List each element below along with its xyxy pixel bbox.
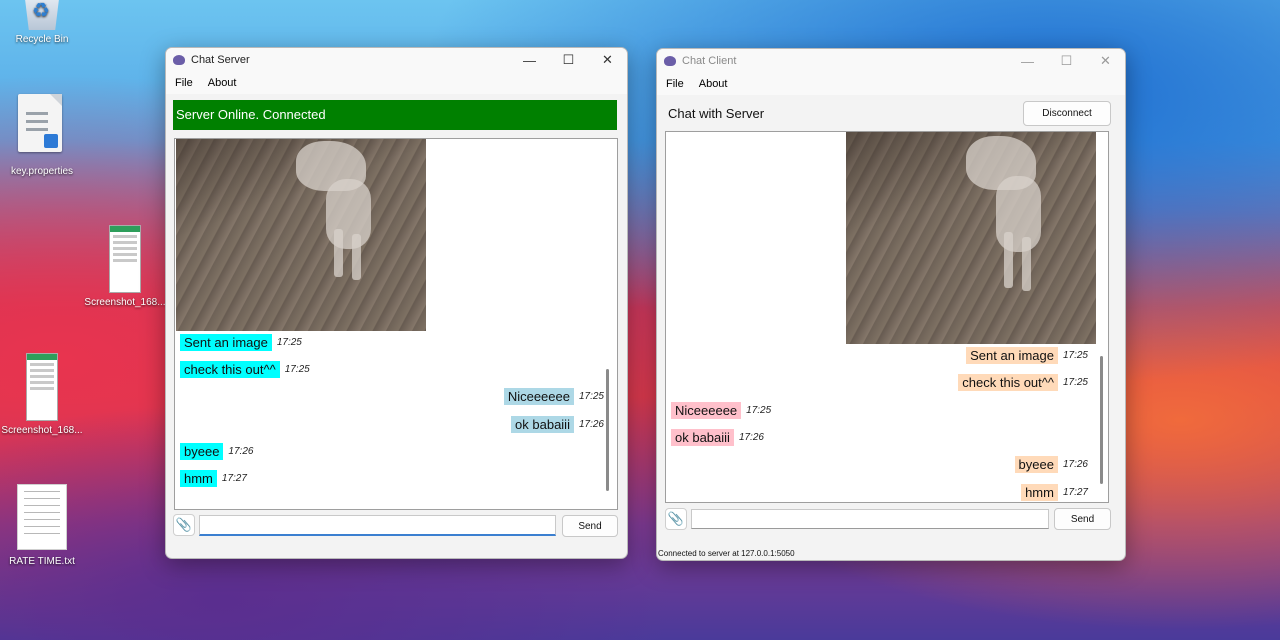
- message-row: Niceeeeee 17:25: [671, 402, 771, 419]
- title-bar[interactable]: Chat Client — ☐ ✕: [657, 49, 1125, 73]
- maximize-icon[interactable]: ☐: [1047, 53, 1086, 69]
- message-text: ok babaiii: [511, 416, 574, 433]
- message-row: Niceeeeee 17:25: [503, 388, 604, 405]
- message-row: check this out^^ 17:25: [180, 361, 310, 378]
- message-text: hmm: [1021, 484, 1058, 501]
- attach-button[interactable]: 📎: [665, 508, 687, 530]
- message-row: Sent an image 17:25: [966, 347, 1088, 364]
- disconnect-button[interactable]: Disconnect: [1023, 101, 1111, 126]
- message-row: hmm 17:27: [1021, 484, 1088, 501]
- message-time: 17:26: [1062, 459, 1088, 470]
- message-row: Sent an image 17:25: [180, 334, 302, 351]
- close-icon[interactable]: ✕: [1086, 53, 1125, 69]
- message-input[interactable]: [691, 509, 1049, 529]
- shared-image: [176, 139, 426, 331]
- desktop-icon-screenshot-2[interactable]: Screenshot_168...: [0, 353, 87, 436]
- desktop-icon-label: Screenshot_168...: [1, 425, 83, 436]
- vscode-file-icon: [18, 94, 62, 152]
- desktop-icon-label: Screenshot_168...: [84, 297, 166, 308]
- message-text: Sent an image: [180, 334, 272, 351]
- message-time: 17:25: [1062, 377, 1088, 388]
- chat-history[interactable]: Sent an image 17:25 check this out^^ 17:…: [174, 138, 618, 510]
- shared-image: [846, 132, 1096, 344]
- paperclip-icon: 📎: [667, 511, 685, 526]
- desktop-icon-key-properties[interactable]: key.properties: [0, 94, 87, 177]
- chat-history[interactable]: Sent an image 17:25 check this out^^ 17:…: [665, 131, 1109, 503]
- scrollbar[interactable]: [1100, 356, 1103, 484]
- chat-app-icon: [173, 55, 185, 65]
- desktop-icon-screenshot-1[interactable]: Screenshot_168...: [80, 225, 170, 308]
- message-time: 17:27: [1062, 487, 1088, 498]
- text-file-icon: [17, 484, 67, 550]
- menu-file[interactable]: File: [175, 77, 193, 89]
- message-text: check this out^^: [958, 374, 1058, 391]
- send-button[interactable]: Send: [1054, 508, 1111, 530]
- window-title: Chat Server: [191, 54, 250, 66]
- maximize-icon[interactable]: ☐: [549, 52, 588, 68]
- menu-file[interactable]: File: [666, 78, 684, 90]
- message-row: ok babaiii 17:26: [671, 429, 764, 446]
- message-row: byeee 17:26: [1014, 456, 1088, 473]
- chat-header: Chat with Server: [668, 106, 765, 121]
- message-row: ok babaiii 17:26: [511, 416, 604, 433]
- menu-bar: File About: [166, 72, 627, 94]
- message-time: 17:25: [1062, 350, 1088, 361]
- message-time: 17:26: [738, 432, 764, 443]
- minimize-icon[interactable]: —: [1008, 54, 1047, 69]
- message-input[interactable]: [199, 515, 556, 536]
- chat-app-icon: [664, 56, 676, 66]
- message-text: Niceeeeee: [671, 402, 742, 419]
- message-row: check this out^^ 17:25: [958, 374, 1088, 391]
- minimize-icon[interactable]: —: [510, 53, 549, 68]
- chat-server-window: Chat Server — ☐ ✕ File About Server Onli…: [165, 47, 628, 559]
- menu-about[interactable]: About: [699, 78, 728, 90]
- message-time: 17:25: [578, 391, 604, 402]
- send-button[interactable]: Send: [562, 515, 618, 537]
- image-file-icon: [109, 225, 141, 293]
- menu-bar: File About: [657, 73, 1125, 95]
- attach-button[interactable]: 📎: [173, 514, 195, 536]
- paperclip-icon: 📎: [175, 517, 193, 532]
- message-text: Sent an image: [966, 347, 1058, 364]
- message-time: 17:25: [746, 405, 772, 416]
- message-time: 17:27: [221, 473, 247, 484]
- chat-client-window: Chat Client — ☐ ✕ File About Chat with S…: [656, 48, 1126, 561]
- message-time: 17:26: [228, 446, 254, 457]
- message-text: check this out^^: [180, 361, 280, 378]
- title-bar[interactable]: Chat Server — ☐ ✕: [166, 48, 627, 72]
- image-file-icon: [26, 353, 58, 421]
- desktop-icon-label: RATE TIME.txt: [9, 556, 75, 567]
- message-text: hmm: [180, 470, 217, 487]
- close-icon[interactable]: ✕: [588, 52, 627, 68]
- window-title: Chat Client: [682, 55, 737, 67]
- status-bar: Connected to server at 127.0.0.1:5050: [658, 549, 795, 558]
- message-time: 17:25: [276, 337, 302, 348]
- message-time: 17:26: [578, 419, 604, 430]
- message-text: Niceeeeee: [503, 388, 574, 405]
- status-banner: Server Online. Connected: [173, 100, 617, 130]
- desktop-icon-label: key.properties: [10, 166, 74, 177]
- message-text: ok babaiii: [671, 429, 734, 446]
- menu-about[interactable]: About: [208, 77, 237, 89]
- message-text: byeee: [1014, 456, 1058, 473]
- recycle-bin-icon: [24, 0, 60, 30]
- scrollbar[interactable]: [606, 369, 609, 491]
- message-text: byeee: [180, 443, 224, 460]
- desktop-icon-label: Recycle Bin: [15, 34, 69, 45]
- desktop-icon-recycle-bin[interactable]: Recycle Bin: [0, 0, 87, 45]
- message-row: byeee 17:26: [180, 443, 253, 460]
- desktop-icon-rate-time[interactable]: RATE TIME.txt: [0, 484, 87, 567]
- message-time: 17:25: [284, 364, 310, 375]
- message-row: hmm 17:27: [180, 470, 247, 487]
